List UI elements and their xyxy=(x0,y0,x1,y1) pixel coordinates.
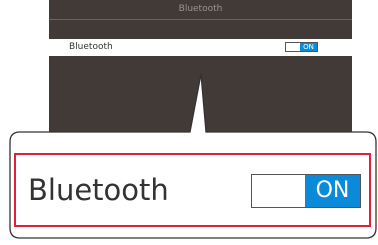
callout-toggle-switch[interactable]: ON xyxy=(251,174,361,208)
callout-bluetooth-label: Bluetooth xyxy=(28,173,169,207)
tutorial-illustration: Bluetooth Bluetooth ON Bluetooth ON xyxy=(0,0,378,245)
callout-toggle-on-indicator: ON xyxy=(305,175,360,207)
